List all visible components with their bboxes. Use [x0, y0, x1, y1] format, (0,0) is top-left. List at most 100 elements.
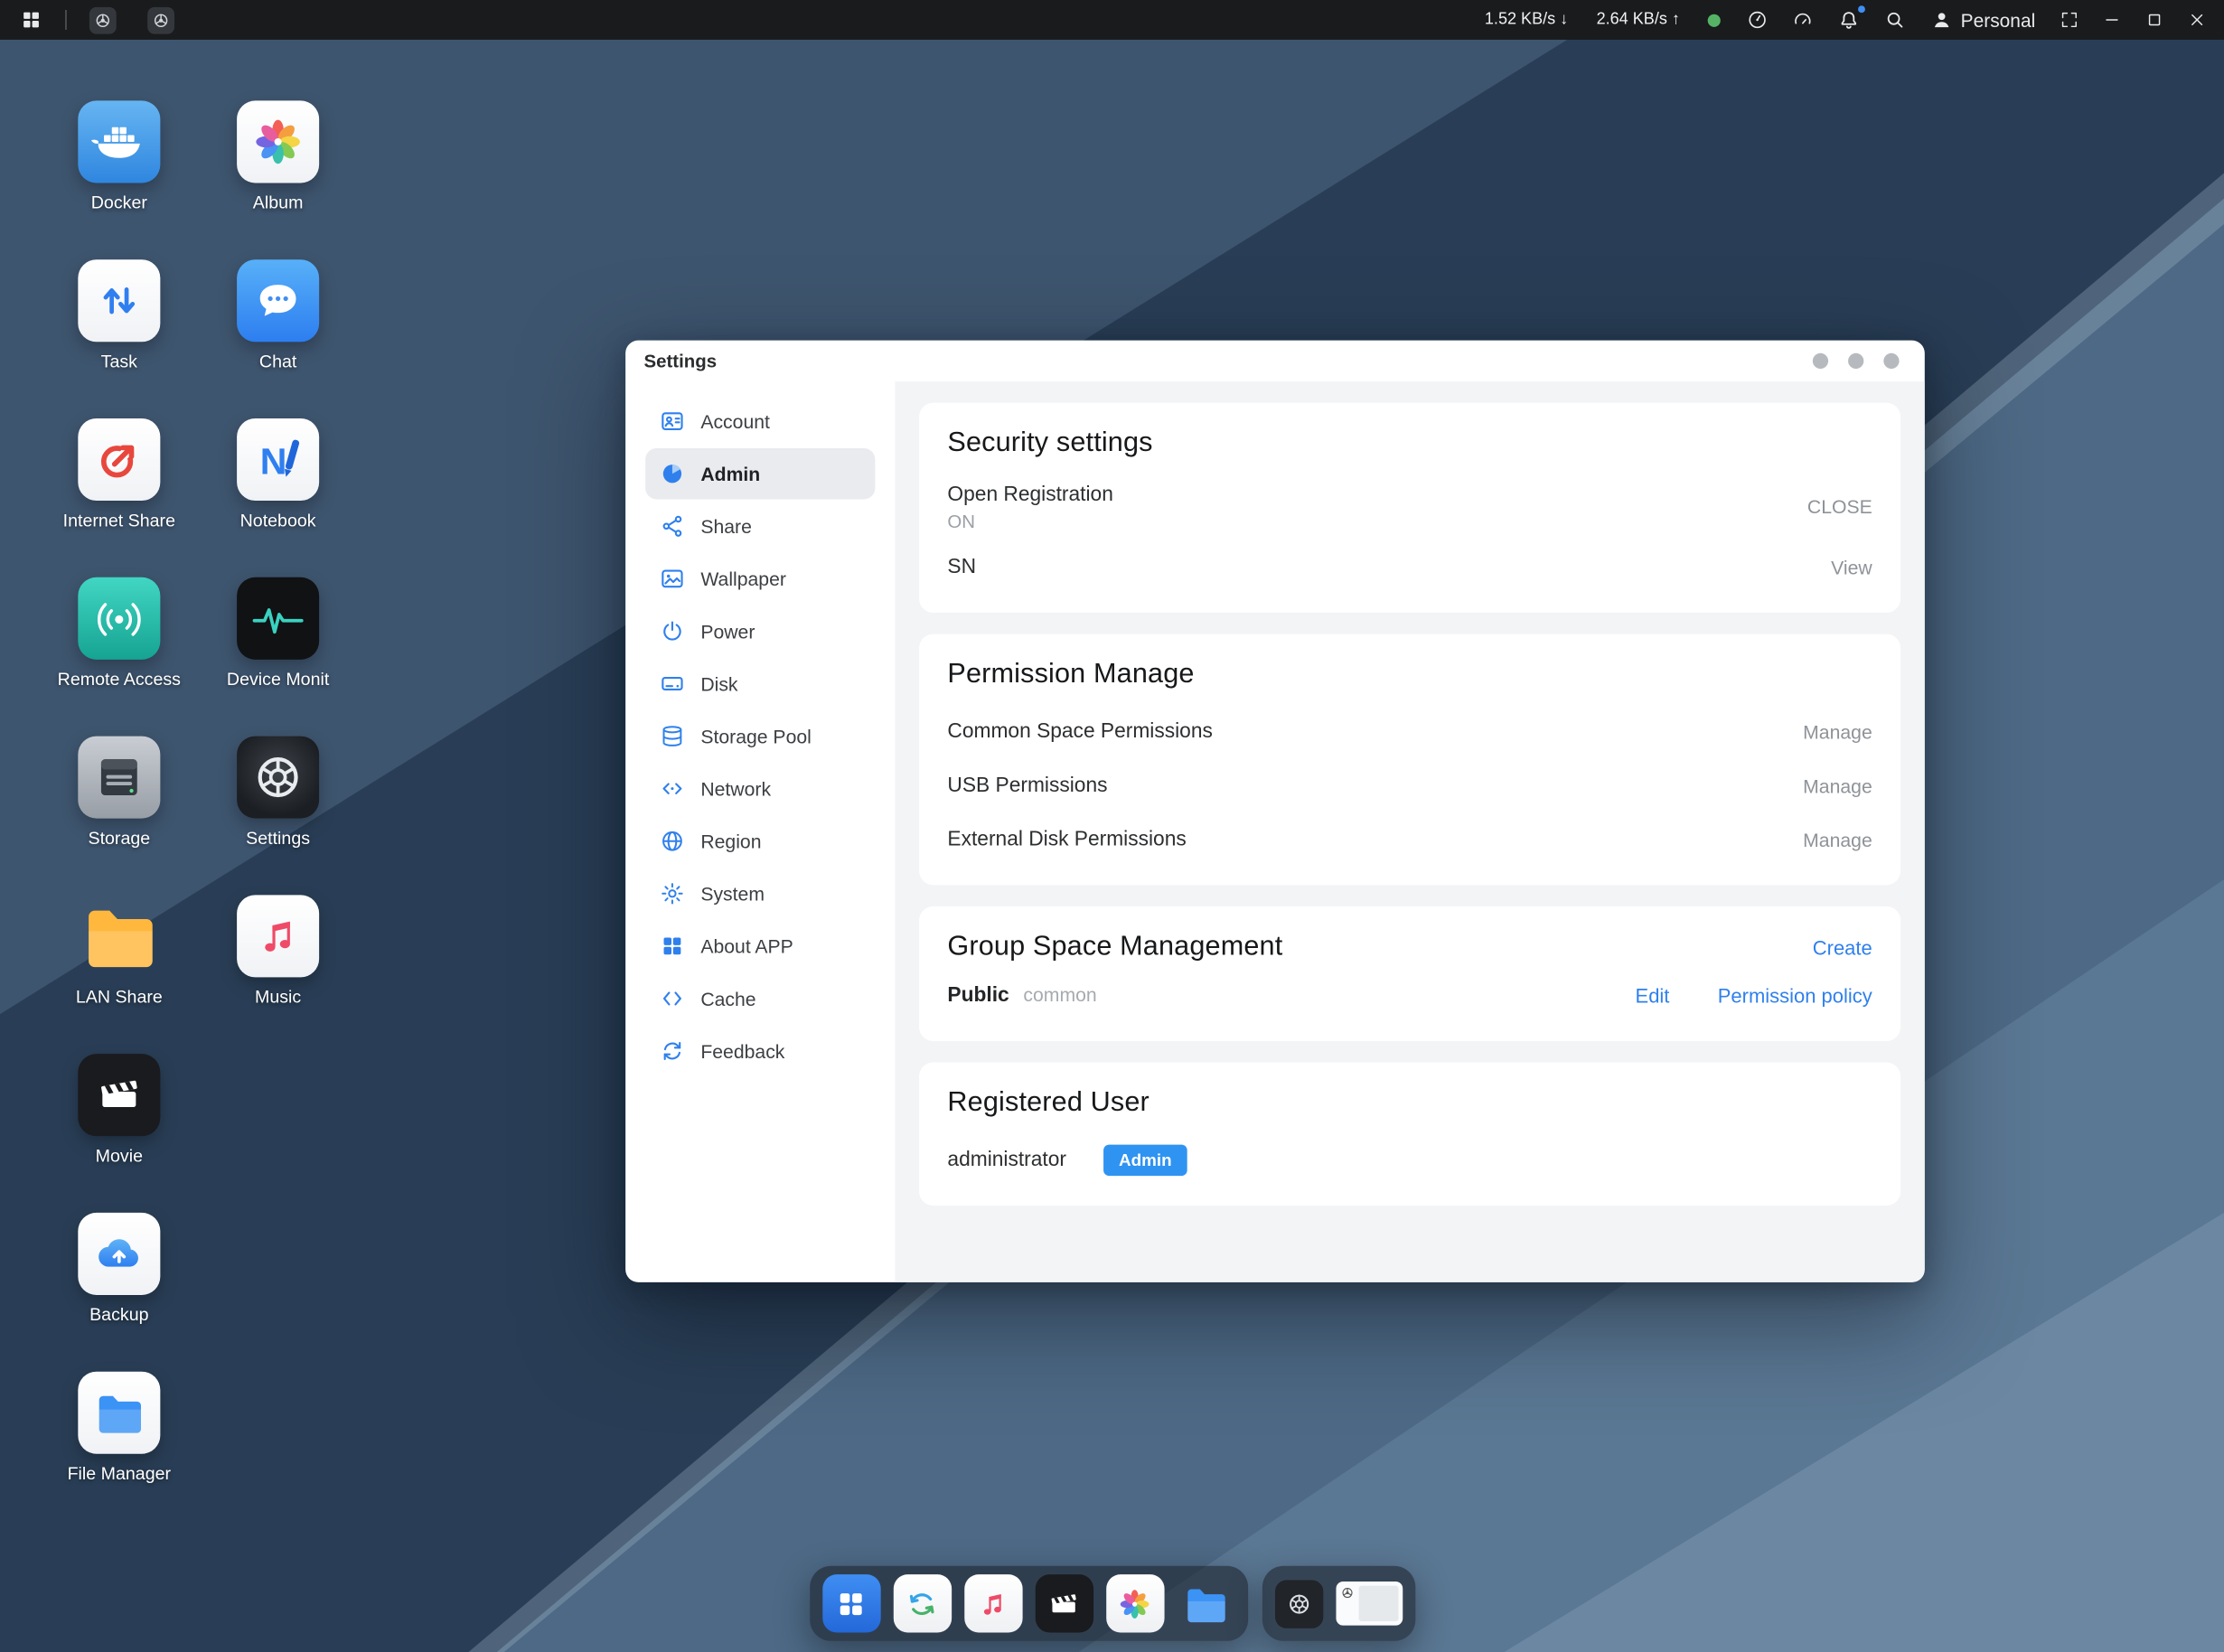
desktop-icon-movie[interactable]: Movie: [45, 1054, 192, 1166]
sidebar-item-cache[interactable]: Cache: [645, 973, 875, 1025]
edit-space-button[interactable]: Edit: [1636, 984, 1670, 1007]
app-grid-icon: [832, 1585, 869, 1622]
sidebar-item-feedback[interactable]: Feedback: [645, 1026, 875, 1077]
usb-permissions-row: USB Permissions Manage: [947, 759, 1872, 813]
space-name: Public: [947, 984, 1009, 1007]
common-space-permissions-manage-button[interactable]: Manage: [1803, 721, 1872, 743]
sidebar-item-label: Disk: [700, 673, 737, 695]
desktop-icon-music[interactable]: Music: [204, 895, 352, 1007]
window-minimize-button[interactable]: [1813, 353, 1828, 369]
refresh-arrows-icon: [660, 1038, 685, 1064]
create-group-space-button[interactable]: Create: [1813, 935, 1872, 958]
desktop-icon-notebook[interactable]: Notebook: [204, 418, 352, 530]
sidebar-item-share[interactable]: Share: [645, 501, 875, 552]
image-icon: [660, 566, 685, 591]
open-registration-label: Open Registration: [947, 483, 1112, 505]
admin-badge: Admin: [1103, 1145, 1187, 1177]
fullscreen-button[interactable]: [2048, 0, 2090, 40]
account-card-icon: [660, 408, 685, 434]
dock-running-settings[interactable]: [1274, 1580, 1322, 1628]
recycle-icon: [902, 1583, 942, 1623]
dock-file-manager[interactable]: [1177, 1574, 1234, 1632]
pinned-app-1-button[interactable]: [78, 0, 127, 40]
network-download-speed: 1.52 KB/s ↓: [1470, 12, 1582, 29]
window-close-button[interactable]: [1883, 353, 1899, 369]
open-registration-close-button[interactable]: CLOSE: [1807, 496, 1872, 518]
desktop-icon-label: Storage: [88, 829, 150, 849]
notifications-button[interactable]: [1826, 0, 1873, 40]
desktop-icon-device-monit[interactable]: Device Monit: [204, 577, 352, 690]
sidebar-item-label: Share: [700, 516, 752, 538]
public-space-actions: Edit Permission policy: [1636, 984, 1872, 1007]
desktop-icon-task[interactable]: Task: [45, 259, 192, 371]
globe-icon: [660, 829, 685, 854]
sidebar-item-label: Storage Pool: [700, 726, 812, 747]
desktop-icon-file-manager[interactable]: File Manager: [45, 1372, 192, 1484]
desktop-icon-internet-share[interactable]: Internet Share: [45, 418, 192, 530]
user-menu-button[interactable]: Personal: [1919, 0, 2049, 40]
blue-folder-icon: [1181, 1580, 1229, 1628]
close-button[interactable]: [2176, 0, 2219, 40]
sidebar-item-power[interactable]: Power: [645, 605, 875, 657]
sidebar-item-label: Network: [700, 778, 771, 800]
start-menu-button[interactable]: [8, 0, 53, 40]
dock-album[interactable]: [1105, 1574, 1163, 1632]
yellow-folder-icon: [78, 895, 160, 977]
desktop-icon-lan-share[interactable]: LAN Share: [45, 895, 192, 1007]
dock-settings-window-preview[interactable]: [1336, 1582, 1403, 1626]
clapperboard-icon: [78, 1054, 160, 1136]
window-preview-content: [1358, 1586, 1398, 1621]
desktop-icon-label: File Manager: [68, 1464, 171, 1484]
sidebar-item-network[interactable]: Network: [645, 763, 875, 814]
open-registration-row: Open Registration ON CLOSE: [947, 474, 1872, 540]
permission-policy-button[interactable]: Permission policy: [1718, 984, 1872, 1007]
sidebar-item-label: System: [700, 883, 765, 905]
sidebar-item-region[interactable]: Region: [645, 815, 875, 867]
desktop-icon-label: Backup: [89, 1305, 148, 1325]
desktop-icon-backup[interactable]: Backup: [45, 1213, 192, 1325]
registered-user-name: administrator: [947, 1149, 1066, 1171]
notebook-n-pen-icon: [237, 418, 319, 501]
desktop-icon-label: Movie: [96, 1146, 143, 1166]
sidebar-item-account[interactable]: Account: [645, 396, 875, 447]
sidebar-item-system[interactable]: System: [645, 868, 875, 920]
blue-folder-icon: [78, 1372, 160, 1454]
desktop-icon-album[interactable]: Album: [204, 100, 352, 212]
desktop-icon-chat[interactable]: Chat: [204, 259, 352, 371]
dock-music[interactable]: [963, 1574, 1021, 1632]
sidebar-item-label: Admin: [700, 463, 760, 484]
maximize-button[interactable]: [2134, 0, 2176, 40]
sn-label: SN: [947, 556, 976, 578]
desktop-icon-settings[interactable]: Settings: [204, 737, 352, 849]
search-button[interactable]: [1872, 0, 1918, 40]
usb-permissions-manage-button[interactable]: Manage: [1803, 775, 1872, 797]
dock-app-launcher[interactable]: [822, 1574, 880, 1632]
dock-movie[interactable]: [1035, 1574, 1093, 1632]
dock: [0, 1566, 2224, 1641]
sidebar-item-about-app[interactable]: About APP: [645, 921, 875, 972]
desktop-icon-label: Notebook: [240, 511, 316, 530]
desktop-icon-remote-access[interactable]: Remote Access: [45, 577, 192, 690]
sidebar-item-admin[interactable]: Admin: [645, 448, 875, 500]
desktop-icon-docker[interactable]: Docker: [45, 100, 192, 212]
sidebar-item-disk[interactable]: Disk: [645, 658, 875, 709]
pinned-app-2-button[interactable]: [136, 0, 186, 40]
sidebar-item-storage-pool[interactable]: Storage Pool: [645, 710, 875, 762]
common-space-permissions-label: Common Space Permissions: [947, 720, 1212, 743]
external-disk-permissions-manage-button[interactable]: Manage: [1803, 829, 1872, 850]
dashboard-gauge-icon[interactable]: [1780, 0, 1825, 40]
open-registration-labels: Open Registration ON: [947, 483, 1112, 530]
sn-view-button[interactable]: View: [1831, 557, 1872, 578]
sidebar-item-wallpaper[interactable]: Wallpaper: [645, 553, 875, 605]
monitor-gauge-icon[interactable]: [1735, 0, 1780, 40]
external-disk-permissions-row: External Disk Permissions Manage: [947, 812, 1872, 867]
dock-running-apps: [1262, 1566, 1415, 1641]
window-maximize-button[interactable]: [1848, 353, 1863, 369]
dock-recycle-bin[interactable]: [893, 1574, 951, 1632]
minimize-button[interactable]: [2090, 0, 2133, 40]
music-note-icon: [237, 895, 319, 977]
sidebar-item-label: Cache: [700, 988, 755, 1009]
sidebar-item-label: Power: [700, 621, 755, 643]
desktop-icon-storage[interactable]: Storage: [45, 737, 192, 849]
window-titlebar: Settings: [625, 341, 1925, 382]
